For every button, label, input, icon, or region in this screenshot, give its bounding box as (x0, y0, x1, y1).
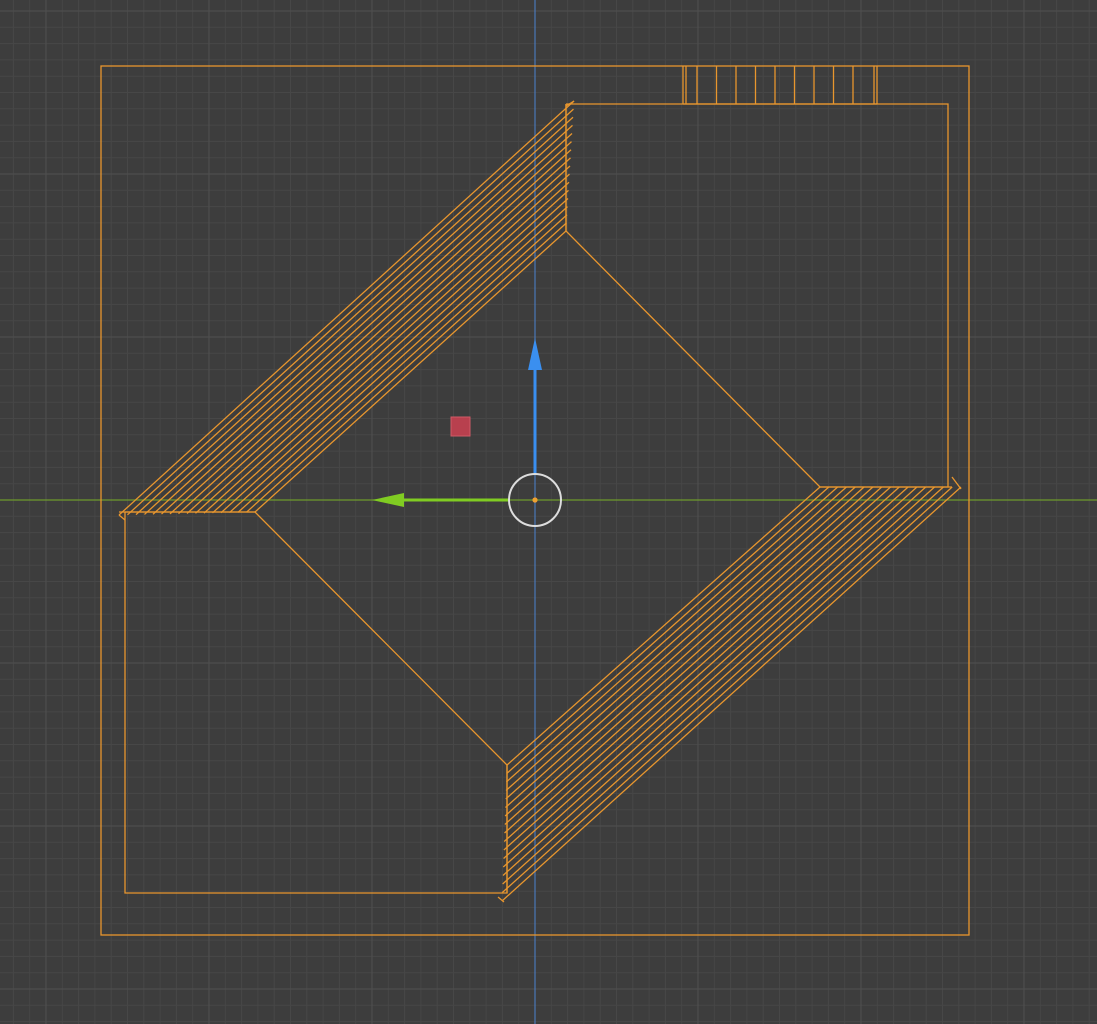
ramp-strand (503, 486, 909, 851)
upper-left-diagonal-ramp[interactable] (118, 100, 575, 521)
ramp-strand (229, 206, 568, 514)
ramp-strand (503, 486, 900, 842)
ramp-strand (505, 486, 856, 800)
ramp-strand (505, 486, 865, 808)
ramp-strand (504, 486, 883, 825)
arrow-up-icon[interactable] (528, 338, 542, 370)
upper-right-panel[interactable] (565, 103, 949, 488)
viewport-canvas[interactable] (0, 0, 1097, 1024)
ramp-cap (951, 476, 962, 490)
free-move-square-icon[interactable] (450, 416, 471, 437)
ramp-strand (118, 100, 575, 516)
3d-viewport[interactable] (0, 0, 1097, 1024)
ramp-strand (203, 181, 570, 514)
ramp-strand (169, 149, 572, 515)
ramp-strand (195, 173, 570, 514)
ramp-strand (135, 116, 574, 516)
ramp-strand (178, 157, 571, 515)
ramp-strand (501, 486, 953, 893)
ramp-strand (220, 198, 569, 514)
lower-left-panel[interactable] (124, 511, 508, 894)
ramp-strand (127, 108, 574, 516)
ramp-strand (504, 486, 874, 817)
ramp-strand (186, 165, 571, 514)
ramp-strand (503, 486, 918, 859)
ramp-cap (118, 514, 126, 521)
ramp-strand (161, 141, 572, 515)
object-origin-dot (532, 497, 538, 503)
